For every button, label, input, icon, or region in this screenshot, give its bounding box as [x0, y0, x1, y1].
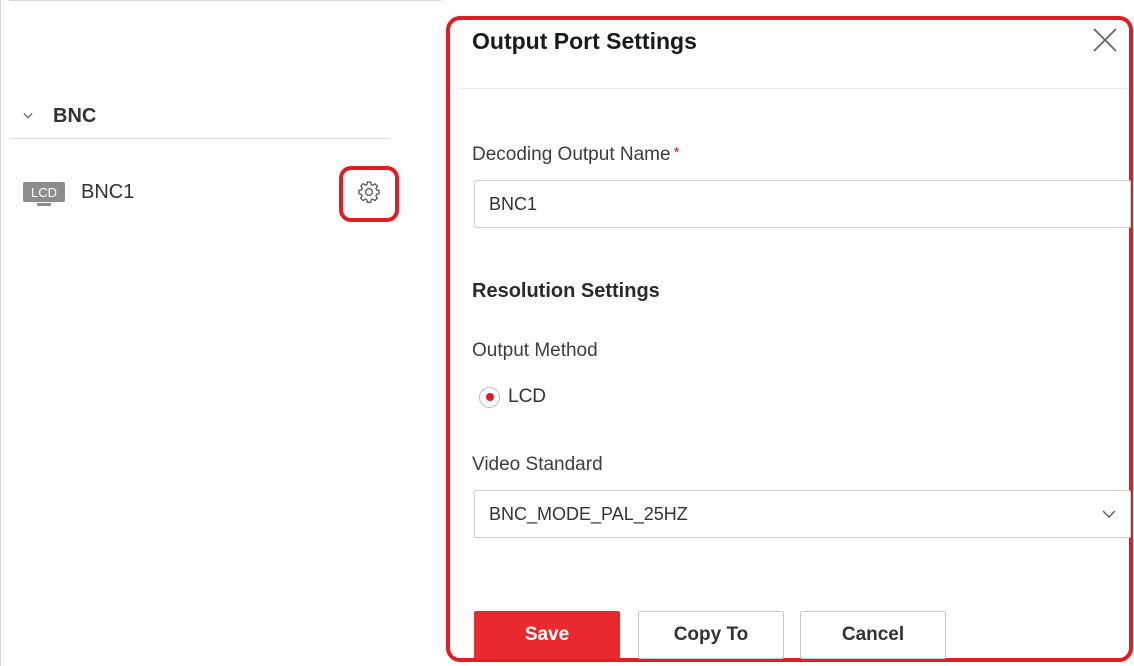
decoding-output-name-input[interactable]: [474, 180, 1131, 228]
chevron-down-icon[interactable]: [23, 111, 33, 121]
group-header-bnc[interactable]: BNC: [10, 94, 390, 139]
chevron-down-icon: [1102, 505, 1116, 523]
radio-selected-dot: [485, 393, 494, 401]
port-settings-button[interactable]: [339, 166, 399, 222]
gear-icon[interactable]: [357, 180, 381, 209]
resolution-settings-heading: Resolution Settings: [472, 280, 660, 302]
page: BNC LCD BNC1 Output Port Settings Decodi…: [0, 0, 1134, 666]
video-standard-select[interactable]: BNC_MODE_PAL_25HZ: [474, 490, 1131, 538]
radio-label: LCD: [508, 386, 547, 407]
cancel-button[interactable]: Cancel: [800, 611, 946, 659]
radio-button[interactable]: [479, 386, 500, 408]
output-method-option-lcd[interactable]: LCD: [479, 386, 546, 408]
decoding-output-name-label-text: Decoding Output Name: [472, 144, 671, 165]
lcd-icon: LCD: [23, 182, 65, 206]
save-button[interactable]: Save: [474, 611, 620, 659]
close-icon[interactable]: [1092, 27, 1118, 58]
dialog-title: Output Port Settings: [472, 28, 697, 54]
divider: [460, 88, 1129, 89]
close-button[interactable]: [1089, 26, 1121, 58]
output-method-label: Output Method: [472, 340, 598, 361]
required-mark: *: [673, 144, 680, 161]
copy-to-button[interactable]: Copy To: [638, 611, 784, 659]
decoding-output-name-label: Decoding Output Name *: [472, 144, 679, 166]
video-standard-value: BNC_MODE_PAL_25HZ: [489, 503, 688, 524]
divider: [9, 0, 441, 1]
output-port-tree: BNC LCD BNC1: [0, 0, 441, 666]
group-title: BNC: [53, 104, 97, 127]
output-port-settings-dialog: Output Port Settings Decoding Output Nam…: [446, 16, 1133, 662]
port-name: BNC1: [81, 180, 135, 203]
video-standard-label: Video Standard: [472, 454, 603, 475]
